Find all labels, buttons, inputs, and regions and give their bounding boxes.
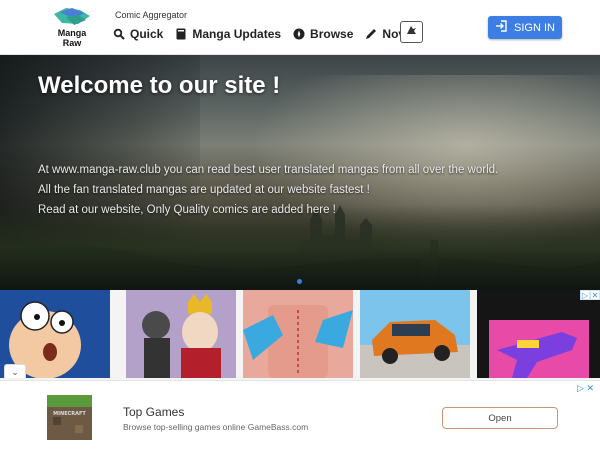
search-icon xyxy=(113,28,125,40)
nav-browse-label: Browse xyxy=(310,27,354,41)
ad-close-icon[interactable]: ✕ xyxy=(586,383,594,393)
sign-in-button[interactable]: SIGN IN xyxy=(488,16,562,39)
login-icon xyxy=(495,20,507,35)
logo-text-line2: Raw xyxy=(62,38,82,48)
ad-open-button[interactable]: Open xyxy=(442,407,558,429)
nav-quick[interactable]: Quick xyxy=(113,27,163,41)
ad-info-icon[interactable]: ▷ xyxy=(577,383,584,393)
hero-line-2: All the fan translated mangas are update… xyxy=(38,184,370,196)
nav-manga-updates[interactable]: Manga Updates xyxy=(175,27,281,41)
theme-toggle-button[interactable] xyxy=(400,21,423,43)
logo-icon xyxy=(54,8,90,25)
book-icon xyxy=(175,28,187,40)
logo-text-line1: Manga xyxy=(57,28,87,38)
main-nav: Quick Manga Updates Browse Novels xyxy=(113,24,434,44)
site-header: Manga Raw Comic Aggregator Quick Manga U… xyxy=(0,0,600,55)
ad-strip: ▷ ✕ xyxy=(0,290,600,380)
surgery-game-ad[interactable] xyxy=(243,290,353,378)
ad-title[interactable]: Top Games xyxy=(123,405,184,419)
carousel-indicator[interactable] xyxy=(297,279,302,284)
pen-icon xyxy=(365,28,377,40)
sign-in-label: SIGN IN xyxy=(514,21,555,34)
hero-title: Welcome to our site ! xyxy=(38,72,281,99)
car-game-ad[interactable] xyxy=(360,290,470,378)
ad-close-icon[interactable]: ✕ xyxy=(590,290,600,300)
ad-choices-icons[interactable]: ▷ ✕ xyxy=(577,383,594,394)
site-tagline: Comic Aggregator xyxy=(115,10,188,20)
ad-info-icon[interactable]: ▷ xyxy=(580,290,590,300)
dark-mode-icon xyxy=(405,23,418,41)
compass-icon xyxy=(293,28,305,40)
hero-line-1: At www.manga-raw.club you can read best … xyxy=(38,164,499,176)
chevron-down-icon: ⌄ xyxy=(11,367,19,377)
hero-ground xyxy=(0,205,600,290)
collapse-ad-button[interactable]: ⌄ xyxy=(4,364,26,378)
minecraft-app-icon[interactable]: MINECRAFT xyxy=(47,395,92,440)
toy-gun-ad[interactable]: ▷ ✕ xyxy=(477,290,600,378)
minecraft-wordmark: MINECRAFT xyxy=(53,411,86,417)
ad-choices-badge[interactable]: ▷ ✕ xyxy=(580,290,600,300)
nav-manga-updates-label: Manga Updates xyxy=(192,27,282,41)
site-logo[interactable]: Manga Raw xyxy=(48,6,96,50)
king-cartoon-ad[interactable] xyxy=(126,290,236,378)
hero-line-3: Read at our website, Only Quality comics… xyxy=(38,204,336,216)
bottom-ad-banner: MINECRAFT Top Games Browse top-selling g… xyxy=(0,380,600,450)
ad-subtitle: Browse top-selling games online GameBass… xyxy=(123,422,309,432)
nav-browse[interactable]: Browse xyxy=(293,27,353,41)
nav-quick-label: Quick xyxy=(130,27,164,41)
